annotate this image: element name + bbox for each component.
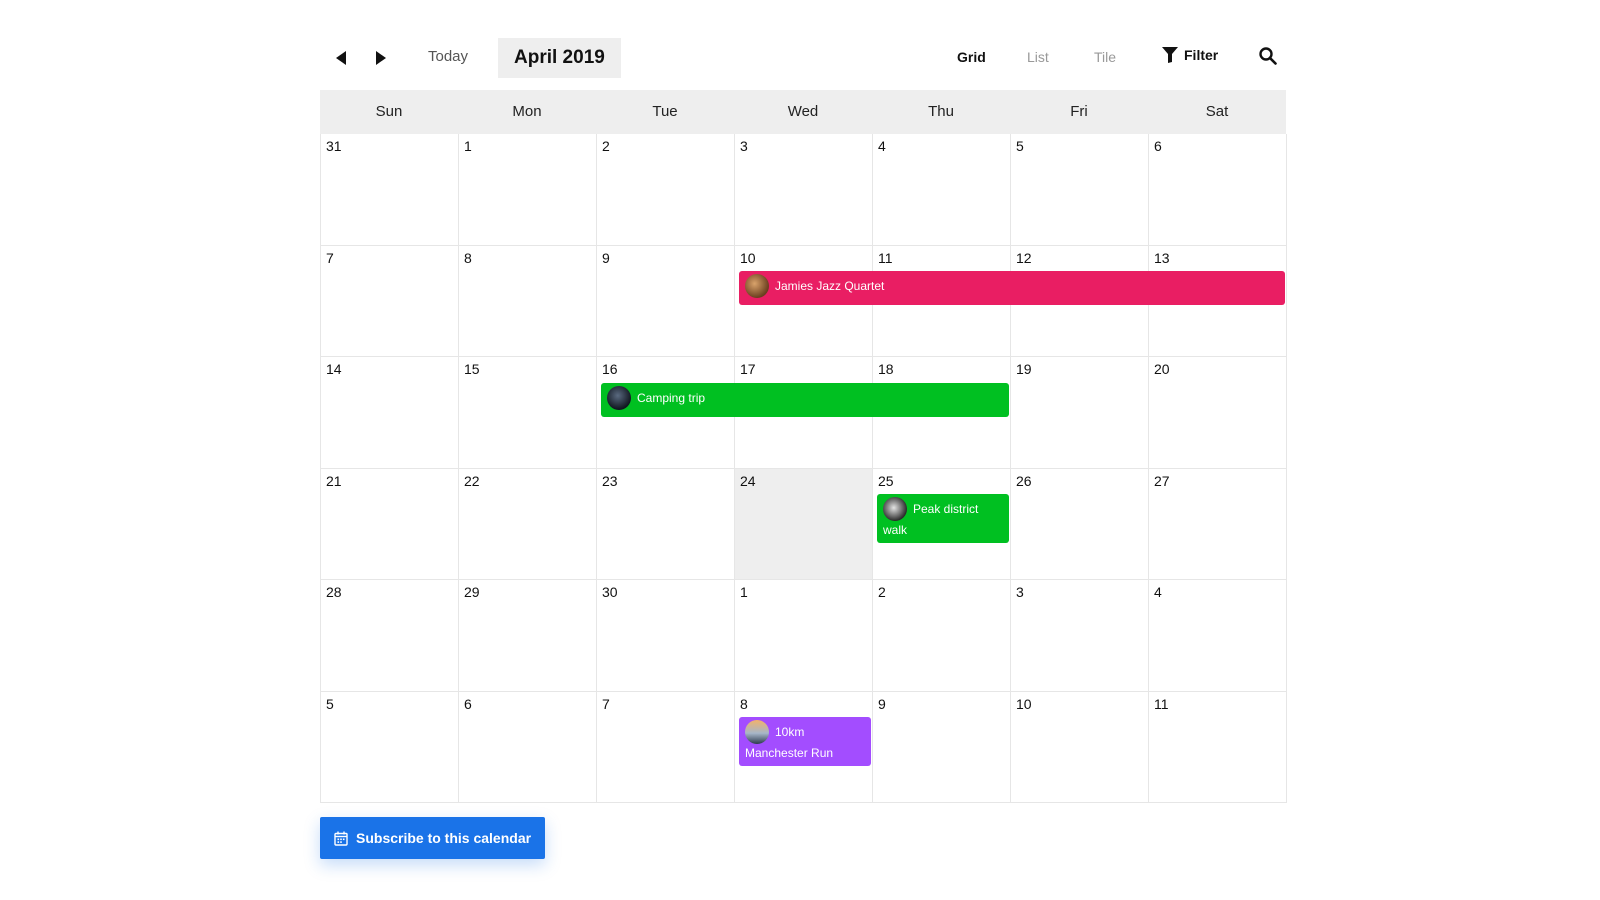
day-cell[interactable]: 22 <box>459 468 597 580</box>
weekday-wed: Wed <box>787 103 819 120</box>
triangle-left-icon <box>336 51 346 65</box>
filter-label: Filter <box>1184 47 1219 63</box>
today-button[interactable]: Today <box>428 48 468 65</box>
day-cell[interactable]: 7 <box>321 245 459 357</box>
event-jamies-jazz-quartet[interactable]: Jamies Jazz Quartet <box>739 271 1285 305</box>
day-cell[interactable]: 10 <box>1011 691 1149 803</box>
day-cell[interactable]: 8 <box>459 245 597 357</box>
day-cell[interactable]: 19 <box>1011 357 1149 469</box>
day-cell[interactable]: 7 <box>597 691 735 803</box>
calendar-icon <box>334 831 348 846</box>
search-button[interactable] <box>1258 46 1278 66</box>
event-avatar <box>607 386 631 410</box>
day-cell[interactable]: 1 <box>459 134 597 246</box>
day-cell[interactable]: 29 <box>459 580 597 692</box>
view-list-button[interactable]: List <box>1027 49 1049 65</box>
day-cell[interactable]: 3 <box>735 134 873 246</box>
weekday-thu: Thu <box>928 103 954 120</box>
next-month-button[interactable] <box>370 48 390 68</box>
day-cell[interactable]: 2 <box>873 580 1011 692</box>
day-cell[interactable]: 2 <box>597 134 735 246</box>
day-cell[interactable]: 31 <box>321 134 459 246</box>
day-cell[interactable]: 11 <box>1149 691 1287 803</box>
event-10km-manchester-run[interactable]: 10km Manchester Run <box>739 717 871 766</box>
day-cell[interactable]: 21 <box>321 468 459 580</box>
event-camping-trip[interactable]: Camping trip <box>601 383 1009 417</box>
subscribe-button[interactable]: Subscribe to this calendar <box>320 817 546 859</box>
prev-month-button[interactable] <box>332 48 352 68</box>
weekday-sat: Sat <box>1205 103 1229 120</box>
event-title: Jamies Jazz Quartet <box>775 279 885 294</box>
day-cell[interactable]: 20 <box>1149 357 1287 469</box>
day-cell[interactable]: 3 <box>1011 580 1149 692</box>
day-cell[interactable]: 6 <box>1149 134 1287 246</box>
day-cell-today[interactable]: 24 <box>735 468 873 580</box>
weekday-mon: Mon <box>512 103 542 120</box>
day-cell[interactable]: 4 <box>873 134 1011 246</box>
magnifier-icon <box>1259 47 1277 65</box>
day-cell[interactable]: 30 <box>597 580 735 692</box>
day-cell[interactable]: 9 <box>873 691 1011 803</box>
event-peak-district-walk[interactable]: Peak district walk <box>877 494 1009 543</box>
event-avatar <box>883 497 907 521</box>
event-avatar <box>745 274 769 298</box>
day-cell[interactable]: 28 <box>321 580 459 692</box>
current-month-label: April 2019 <box>498 38 621 78</box>
calendar-app: Today April 2019 Grid List Tile Filter S… <box>320 36 1287 859</box>
day-cell[interactable]: 23 <box>597 468 735 580</box>
day-cell[interactable]: 14 <box>321 357 459 469</box>
day-cell[interactable]: 1 <box>735 580 873 692</box>
day-grid: 31 1 2 3 4 5 6 7 8 9 10 11 12 13 14 15 1… <box>320 134 1287 803</box>
day-cell[interactable]: 15 <box>459 357 597 469</box>
filter-button[interactable]: Filter <box>1162 46 1218 64</box>
weekday-tue: Tue <box>652 103 678 120</box>
day-cell[interactable]: 5 <box>1011 134 1149 246</box>
day-cell[interactable]: 5 <box>321 691 459 803</box>
view-tile-button[interactable]: Tile <box>1094 49 1116 65</box>
day-cell[interactable]: 27 <box>1149 468 1287 580</box>
event-avatar <box>745 720 769 744</box>
month-calendar: Sun Mon Tue Wed Thu Fri Sat 31 1 2 3 4 5… <box>320 90 1287 803</box>
weekday-header: Sun Mon Tue Wed Thu Fri Sat <box>320 90 1286 134</box>
funnel-icon <box>1162 47 1178 63</box>
day-cell[interactable]: 6 <box>459 691 597 803</box>
view-grid-button[interactable]: Grid <box>957 49 986 65</box>
subscribe-label: Subscribe to this calendar <box>356 830 532 846</box>
calendar-toolbar: Today April 2019 Grid List Tile Filter <box>320 36 1286 80</box>
weekday-fri: Fri <box>1070 103 1088 120</box>
event-title: Camping trip <box>637 391 706 406</box>
day-cell[interactable]: 4 <box>1149 580 1287 692</box>
weekday-sun: Sun <box>375 103 403 120</box>
triangle-right-icon <box>376 51 386 65</box>
day-cell[interactable]: 26 <box>1011 468 1149 580</box>
day-cell[interactable]: 9 <box>597 245 735 357</box>
